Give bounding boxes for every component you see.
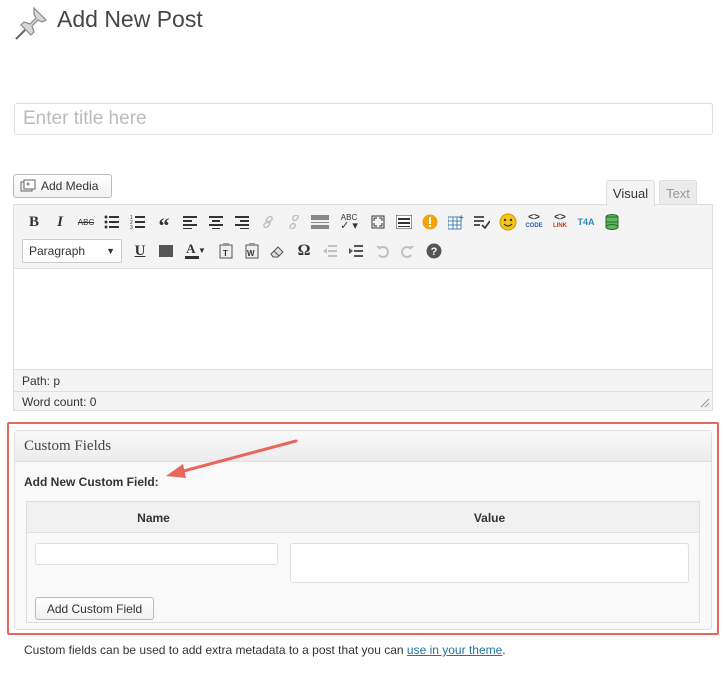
format-select[interactable]: Paragraph ▼ bbox=[22, 239, 122, 263]
svg-text:?: ? bbox=[431, 246, 438, 258]
link-plugin-icon[interactable]: <> LINK bbox=[548, 210, 572, 234]
database-icon[interactable] bbox=[600, 210, 624, 234]
use-in-theme-link[interactable]: use in your theme bbox=[407, 643, 502, 657]
toolbar-toggle-icon[interactable] bbox=[392, 210, 416, 234]
add-media-button[interactable]: Add Media bbox=[13, 174, 112, 198]
blockquote-icon[interactable]: “ bbox=[152, 210, 176, 238]
align-left-icon[interactable] bbox=[178, 210, 202, 234]
checklist-icon[interactable] bbox=[470, 210, 494, 234]
justify-icon[interactable] bbox=[154, 239, 178, 263]
table-icon[interactable]: + bbox=[444, 210, 468, 234]
bullet-list-icon[interactable] bbox=[100, 210, 124, 234]
toolbar-row-1: B I ABC 123 “ ABC ✓ ▾ + <> CODE <> LINK T4A bbox=[22, 209, 626, 238]
post-editor: B I ABC 123 “ ABC ✓ ▾ + <> CODE <> LINK T4A bbox=[13, 204, 713, 411]
word-count: Word count: 0 bbox=[14, 391, 712, 410]
editor-content-area[interactable] bbox=[14, 269, 712, 369]
redo-icon[interactable] bbox=[396, 239, 420, 263]
editor-path: Path: p bbox=[14, 369, 712, 391]
eraser-icon[interactable] bbox=[266, 239, 290, 263]
code-icon[interactable]: <> CODE bbox=[522, 210, 546, 234]
post-title-input[interactable] bbox=[14, 103, 713, 135]
help-icon[interactable]: ? bbox=[422, 239, 446, 263]
add-media-label: Add Media bbox=[41, 179, 99, 193]
italic-icon[interactable]: I bbox=[48, 210, 72, 234]
warning-icon[interactable] bbox=[418, 210, 442, 234]
pushpin-icon bbox=[15, 6, 48, 40]
word-count-label: Word count: 0 bbox=[22, 395, 97, 409]
custom-fields-help: Custom fields can be used to add extra m… bbox=[24, 643, 506, 657]
help-text-prefix: Custom fields can be used to add extra m… bbox=[24, 643, 407, 657]
editor-toolbar: B I ABC 123 “ ABC ✓ ▾ + <> CODE <> LINK T4A bbox=[14, 205, 712, 269]
t4a-icon[interactable]: T4A bbox=[574, 210, 598, 234]
outdent-icon[interactable] bbox=[318, 239, 342, 263]
indent-icon[interactable] bbox=[344, 239, 368, 263]
tab-text[interactable]: Text bbox=[659, 180, 697, 205]
toolbar-row-2: Paragraph ▼ U A ▼ T W Ω ? bbox=[22, 238, 448, 264]
fullscreen-icon[interactable] bbox=[366, 210, 390, 234]
page-header: Add New Post bbox=[0, 0, 725, 50]
unlink-icon[interactable] bbox=[282, 210, 306, 234]
align-center-icon[interactable] bbox=[204, 210, 228, 234]
underline-icon[interactable]: U bbox=[128, 239, 152, 263]
numbered-list-icon[interactable]: 123 bbox=[126, 210, 150, 234]
paste-text-icon[interactable]: T bbox=[214, 239, 238, 263]
more-tag-icon[interactable] bbox=[308, 210, 332, 234]
help-text-suffix: . bbox=[502, 643, 506, 657]
chevron-down-icon: ▼ bbox=[106, 246, 115, 256]
svg-text:3: 3 bbox=[130, 225, 133, 229]
format-select-value: Paragraph bbox=[29, 244, 86, 258]
align-right-icon[interactable] bbox=[230, 210, 254, 234]
svg-text:W: W bbox=[247, 249, 255, 258]
tab-visual[interactable]: Visual bbox=[606, 180, 655, 206]
bold-icon[interactable]: B bbox=[22, 210, 46, 234]
emoji-icon[interactable] bbox=[496, 210, 520, 234]
omega-icon[interactable]: Ω bbox=[292, 239, 316, 263]
spellcheck-icon[interactable]: ABC ✓ ▾ bbox=[334, 210, 364, 234]
page-title: Add New Post bbox=[57, 6, 203, 32]
highlight-annotation bbox=[7, 422, 719, 635]
link-icon[interactable] bbox=[256, 210, 280, 234]
svg-text:+: + bbox=[459, 214, 464, 222]
strikethrough-icon[interactable]: ABC bbox=[74, 210, 98, 234]
undo-icon[interactable] bbox=[370, 239, 394, 263]
media-icon bbox=[20, 179, 36, 192]
resize-grip-icon[interactable] bbox=[700, 398, 710, 408]
text-color-icon[interactable]: A ▼ bbox=[180, 239, 212, 263]
svg-text:T: T bbox=[223, 249, 228, 258]
paste-word-icon[interactable]: W bbox=[240, 239, 264, 263]
